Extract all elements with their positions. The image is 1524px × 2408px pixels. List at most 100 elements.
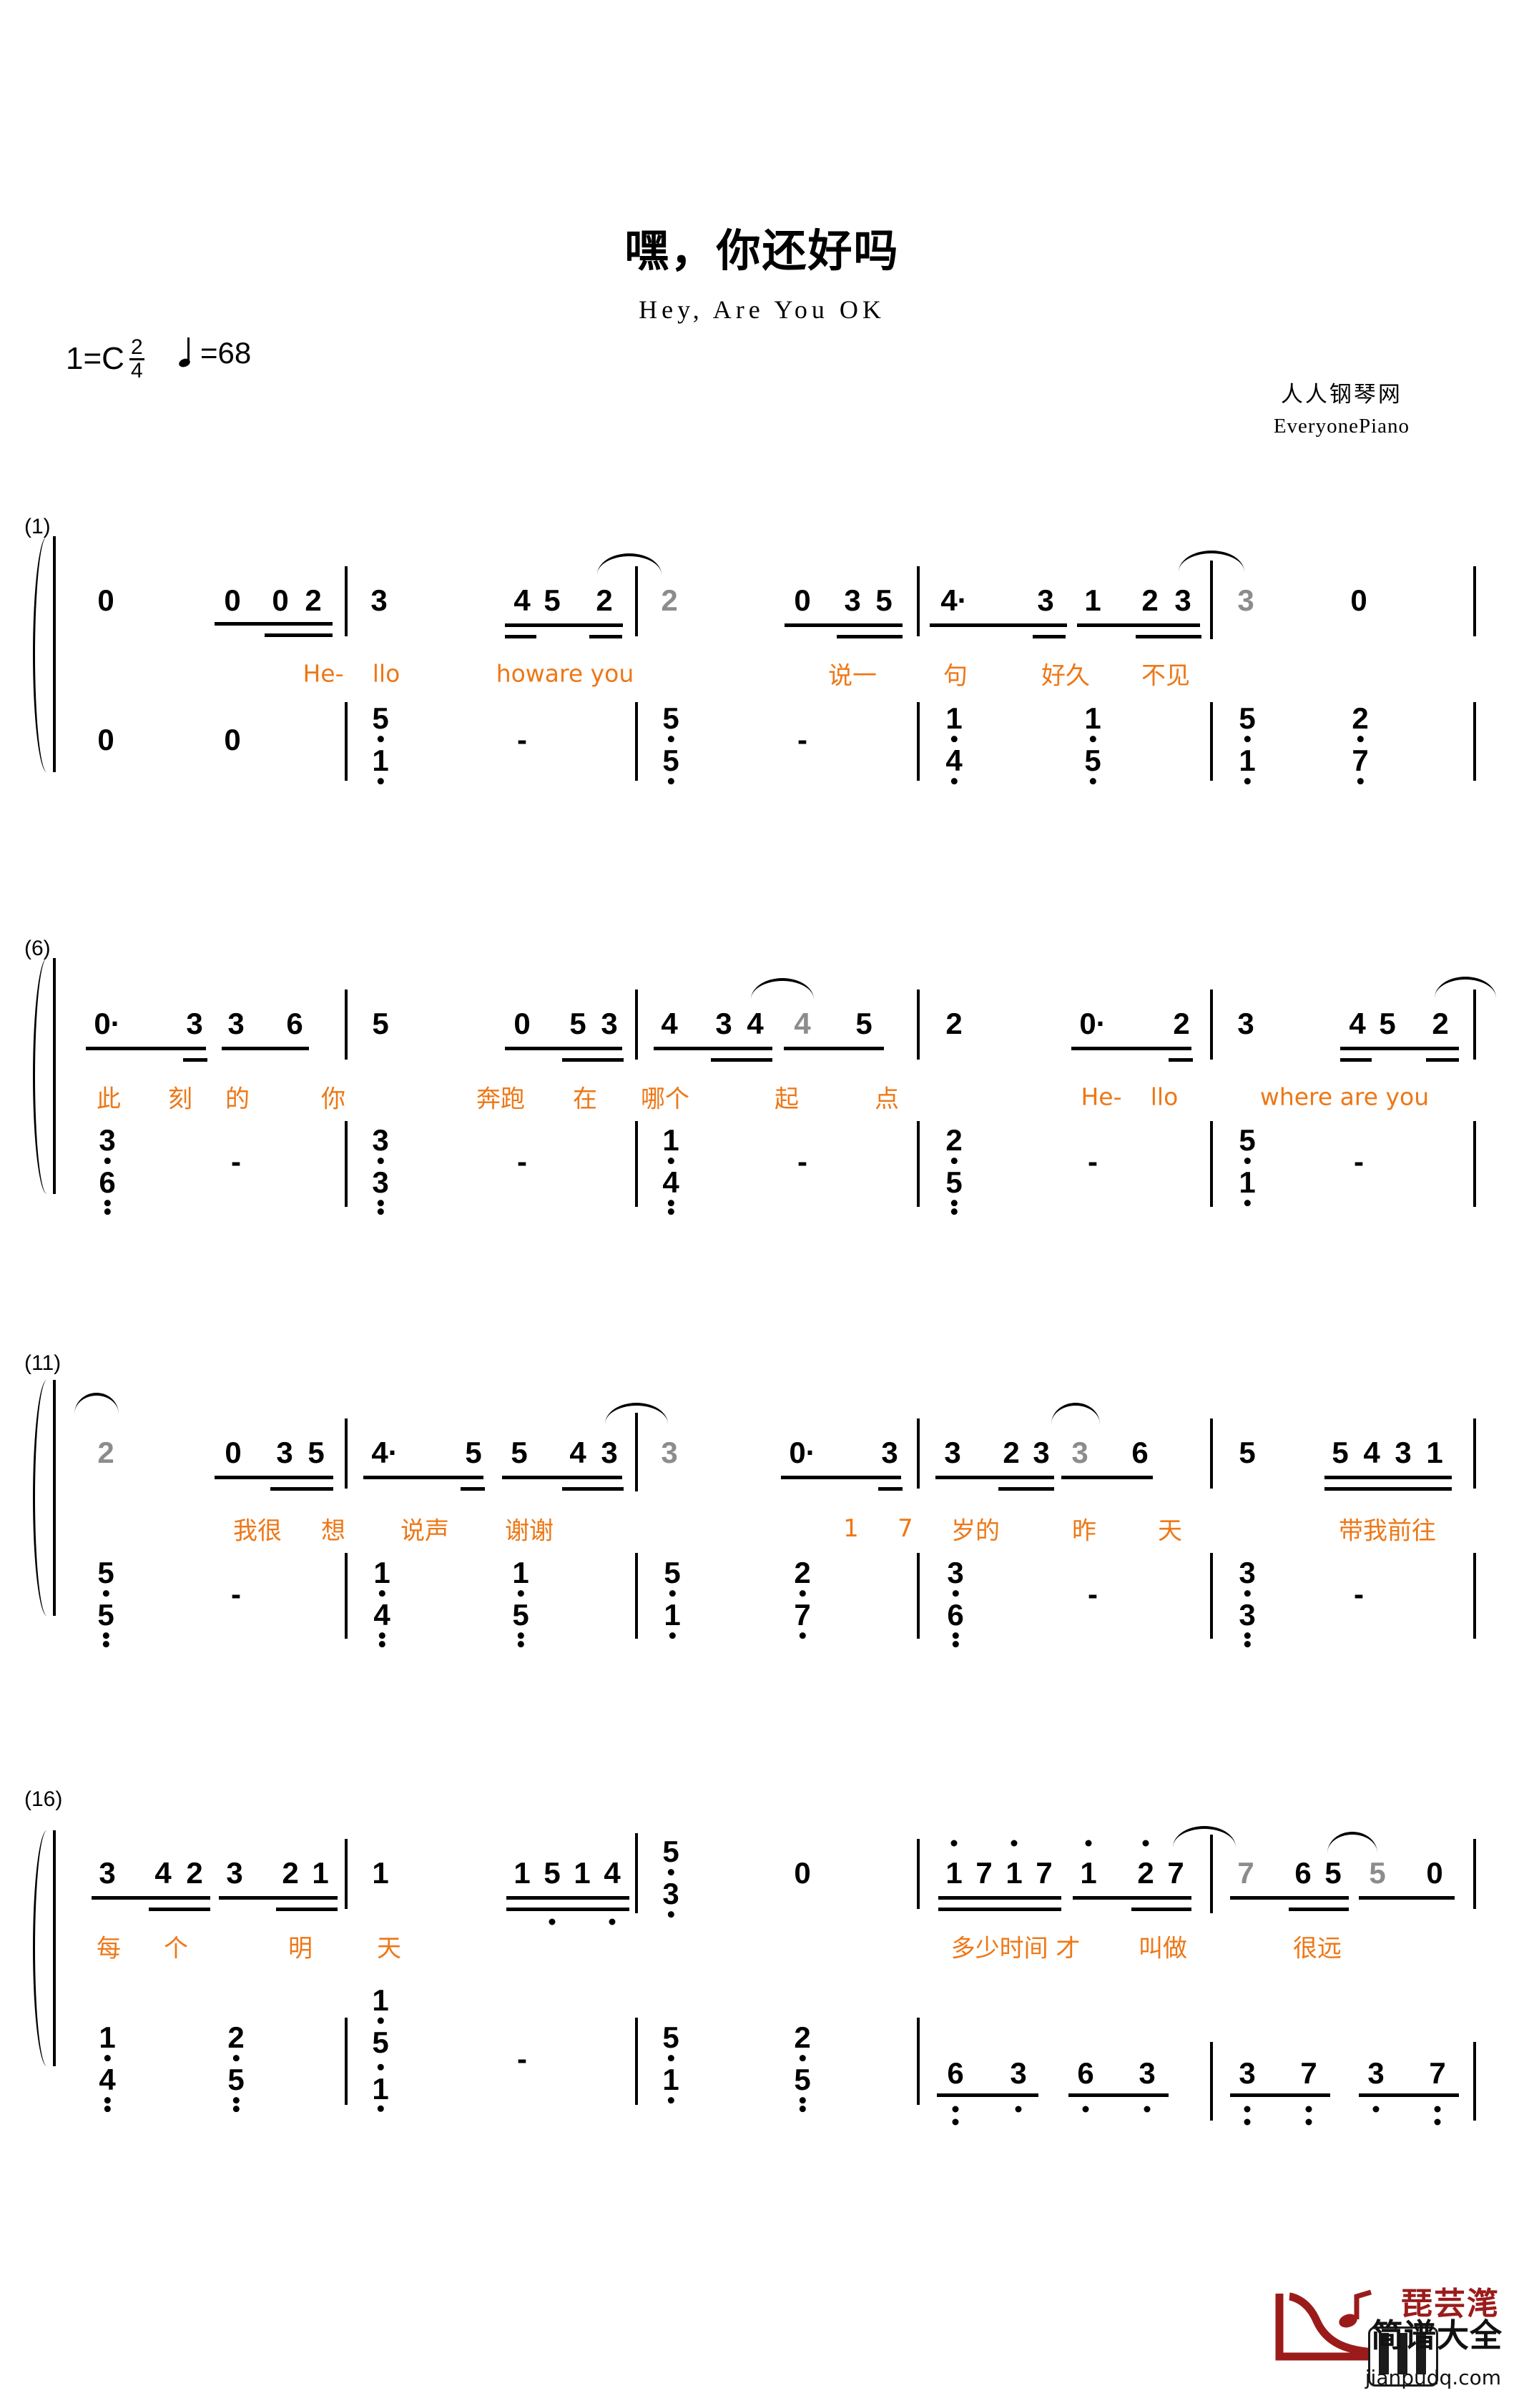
measure-number-6: (6) xyxy=(24,937,51,960)
note: 3 xyxy=(186,1007,203,1040)
beam xyxy=(938,1908,1061,1911)
note: 5 xyxy=(875,583,893,617)
octave-dot-high xyxy=(950,1840,958,1847)
note: 0 xyxy=(513,1007,531,1040)
lyric: 谢谢 xyxy=(505,1516,554,1546)
lyric: 1 xyxy=(843,1514,859,1543)
note-tied: 7 xyxy=(1237,1856,1254,1890)
lyric: 岁的 xyxy=(951,1516,1000,1546)
quarter-note-icon xyxy=(179,337,195,369)
lyric: 多少时间 才 xyxy=(950,1934,1081,1963)
note: 5 xyxy=(1379,1007,1396,1040)
melody-chord: 5 3 xyxy=(662,1836,679,1918)
beam xyxy=(1073,1896,1191,1900)
octave-dot-low xyxy=(1305,2106,1312,2113)
bass-chord: 3 3 xyxy=(1239,1557,1256,1647)
page-title: 嘿，你还好吗 xyxy=(624,224,900,277)
hold-dash: - xyxy=(1088,1145,1098,1178)
note: 3 xyxy=(226,1856,243,1890)
system-brace xyxy=(33,1380,76,1623)
beam xyxy=(1136,635,1201,638)
bass-note: 3 xyxy=(1139,2056,1156,2090)
note: 2 xyxy=(305,583,322,617)
beam xyxy=(1033,635,1066,638)
barline xyxy=(345,1121,348,1207)
tie xyxy=(1435,977,1496,998)
beam xyxy=(183,1058,207,1062)
note: 3 xyxy=(99,1856,116,1890)
beam xyxy=(998,1487,1054,1491)
barline xyxy=(635,2018,638,2105)
lyric: 哪个 xyxy=(641,1085,689,1114)
lyric: 说一 xyxy=(828,661,877,691)
note: 0 xyxy=(794,583,811,617)
system-brace xyxy=(33,536,76,772)
logo-url[interactable]: jianpudq.com xyxy=(1365,2366,1501,2389)
key-label: 1=C xyxy=(66,340,124,376)
beam xyxy=(711,1058,772,1062)
beam xyxy=(215,1476,333,1479)
lyric: 很远 xyxy=(1293,1934,1342,1963)
tie xyxy=(74,1393,119,1414)
beam xyxy=(654,1047,772,1050)
barline xyxy=(917,990,920,1060)
tie xyxy=(1051,1403,1100,1424)
credit-chinese: 人人钢琴网 xyxy=(1280,382,1402,407)
note: 5 xyxy=(855,1007,872,1040)
barline xyxy=(917,566,920,636)
note: 0 xyxy=(1426,1856,1443,1890)
measure-number-11: (11) xyxy=(24,1351,62,1375)
lyric: 想 xyxy=(321,1516,345,1546)
lyric: He- xyxy=(303,659,344,688)
note: 0· xyxy=(1079,1007,1106,1040)
beam xyxy=(1289,1908,1349,1911)
note: 5 xyxy=(308,1436,325,1469)
octave-dot-low xyxy=(1305,2118,1312,2126)
octave-dot-low xyxy=(1244,2106,1251,2113)
beam xyxy=(562,1487,624,1491)
bass-note: 6 xyxy=(1077,2056,1094,2090)
note: 2 xyxy=(1003,1436,1020,1469)
sheet-music-page: 嘿，你还好吗 Hey, Are You OK 1=C 2 4 =68 人人钢琴网… xyxy=(0,0,1524,2408)
octave-dot-low xyxy=(609,1918,616,1925)
lyric: 好久 xyxy=(1041,661,1090,691)
lyric: 点 xyxy=(875,1085,899,1114)
beam xyxy=(1340,1047,1459,1050)
note: 2 xyxy=(186,1856,203,1890)
barline xyxy=(1473,1121,1476,1207)
lyric: 刻 xyxy=(168,1085,192,1114)
lyric: 每 xyxy=(97,1934,121,1963)
staff-system-4: (16) 3 4 2 3 2 1 1 1 5 1 4 5 3 0 1 7 1 7… xyxy=(0,1787,1524,2188)
note-tied: 3 xyxy=(1071,1436,1088,1469)
bass-chord: 3 6 xyxy=(99,1125,116,1215)
note: 5 xyxy=(544,1856,561,1890)
note: 3 xyxy=(1237,1007,1254,1040)
note-tied: 2 xyxy=(97,1436,114,1469)
bass-chord: 5 1 xyxy=(1239,1125,1256,1206)
beam xyxy=(938,1896,1061,1900)
note: 5 xyxy=(1332,1436,1349,1469)
barline xyxy=(345,1418,348,1489)
bass-chord: 5 1 xyxy=(1239,703,1256,784)
barline xyxy=(1473,2042,1476,2121)
bass-note: 0 xyxy=(224,723,241,756)
note: 4 xyxy=(661,1007,678,1040)
bass-chord: 1 4 xyxy=(662,1125,679,1215)
hold-dash: - xyxy=(517,723,527,756)
bass-chord: 1 4 xyxy=(99,2022,116,2112)
hold-dash: - xyxy=(517,2042,527,2076)
beam xyxy=(1324,1487,1452,1491)
site-logo[interactable]: 琵芸滗 简谱大全 jianpudq.com xyxy=(1274,2276,1503,2391)
note: 4· xyxy=(940,583,968,617)
beam xyxy=(92,1896,210,1900)
bass-chord: 3 3 xyxy=(372,1125,389,1215)
barline xyxy=(1210,2042,1213,2121)
octave-dot-low xyxy=(1082,2106,1089,2113)
note: 5 xyxy=(465,1436,482,1469)
barline xyxy=(635,566,638,636)
note: 7 xyxy=(975,1856,993,1890)
note: 1 xyxy=(372,1856,389,1890)
logo-brand-cn: 简谱大全 xyxy=(1370,2316,1503,2354)
octave-dot-low xyxy=(952,2118,959,2126)
barline xyxy=(635,1413,638,1491)
